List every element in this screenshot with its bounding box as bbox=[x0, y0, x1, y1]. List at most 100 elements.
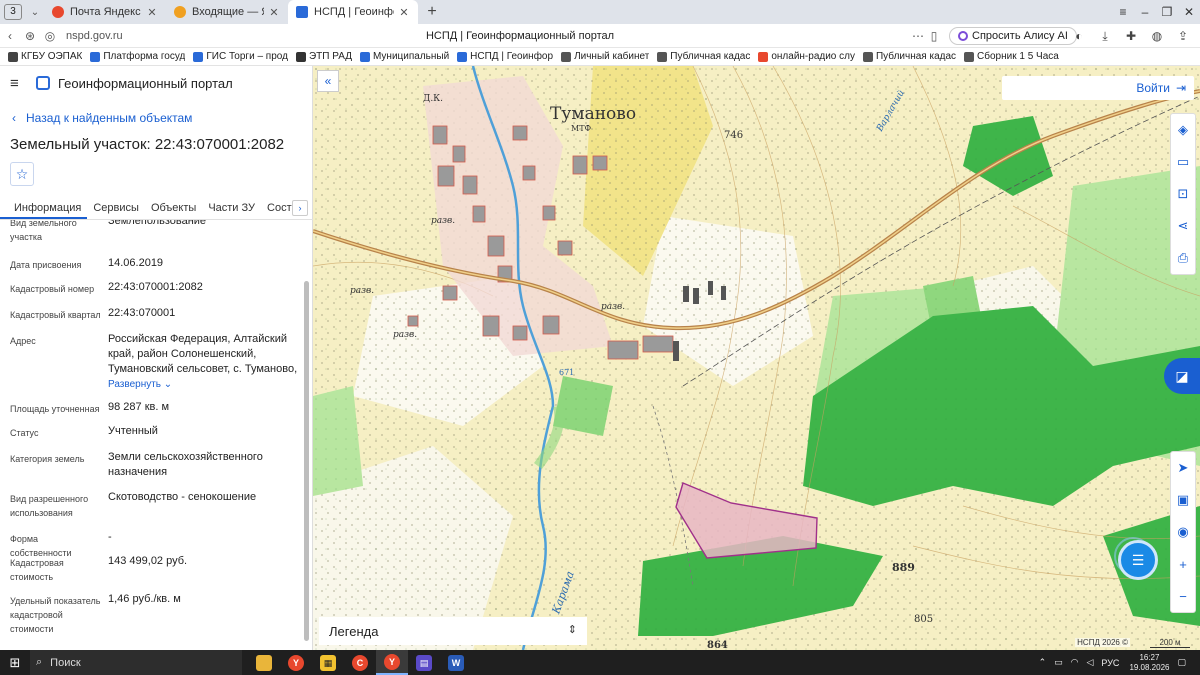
file-explorer-icon[interactable] bbox=[248, 650, 280, 675]
chevron-up-icon[interactable]: ⌃ bbox=[1039, 657, 1047, 668]
panorama-button[interactable]: ◪ bbox=[1164, 358, 1200, 394]
collapse-panel-button[interactable]: « bbox=[317, 70, 339, 92]
bookmark-icon bbox=[295, 51, 306, 62]
attr-value: 143 499,02 руб. bbox=[108, 555, 188, 567]
hamburger-icon[interactable]: ≡ bbox=[10, 75, 24, 92]
geolocation-icon[interactable]: ➤ bbox=[1171, 452, 1195, 484]
new-tab-icon[interactable]: + bbox=[422, 3, 442, 21]
chevron-down-icon[interactable]: ⌄ bbox=[26, 7, 44, 18]
restore-icon[interactable]: ❐ bbox=[1156, 5, 1178, 19]
zoom-out-icon[interactable]: − bbox=[1171, 580, 1195, 612]
bookmark-label: Муниципальный bbox=[372, 51, 450, 62]
share-icon[interactable]: ⇪ bbox=[1170, 29, 1196, 43]
panorama-icon: ◪ bbox=[1175, 367, 1189, 384]
yandex-browser-active-icon[interactable]: Y bbox=[376, 650, 408, 675]
wallet-icon[interactable]: ◐ bbox=[1066, 29, 1092, 43]
wifi-icon[interactable]: ◠ bbox=[1071, 657, 1079, 668]
attr-key: Кадастровый номер bbox=[10, 284, 95, 294]
building-label: Д.К. bbox=[423, 94, 444, 104]
tab-services[interactable]: Сервисы bbox=[87, 202, 145, 219]
close-icon[interactable]: ✕ bbox=[268, 6, 280, 19]
attribute-list: Вид земельного участка Землепользование … bbox=[0, 220, 303, 650]
chromium-icon[interactable]: C bbox=[344, 650, 376, 675]
map-canvas[interactable] bbox=[313, 66, 1200, 650]
bookmark-item[interactable]: ЭТП РАД bbox=[295, 51, 352, 62]
attr-value: Учтенный bbox=[108, 425, 158, 437]
extensions-icon[interactable]: ✚ bbox=[1118, 29, 1144, 43]
network-icon[interactable]: ▭ bbox=[1054, 657, 1063, 668]
download-icon[interactable]: ⤓ bbox=[1092, 29, 1118, 44]
tab-information[interactable]: Информация bbox=[0, 202, 88, 219]
tab-objects[interactable]: Объекты bbox=[145, 202, 202, 219]
bookmark-icon bbox=[90, 51, 101, 62]
language-indicator[interactable]: РУС bbox=[1101, 658, 1119, 668]
tab-counter[interactable]: 3 bbox=[4, 4, 22, 20]
back-to-results-link[interactable]: ‹ Назад к найденным объектам bbox=[12, 111, 192, 125]
profile-icon[interactable]: ◍ bbox=[1144, 29, 1170, 43]
url-field[interactable]: nspd.gov.ru bbox=[66, 30, 226, 42]
taskbar-search[interactable]: ⌕ Поиск bbox=[30, 650, 242, 675]
image-viewer-icon[interactable]: ▦ bbox=[312, 650, 344, 675]
save-icon[interactable]: ▤ bbox=[408, 650, 440, 675]
menu-icon[interactable]: ≡ bbox=[1112, 5, 1134, 19]
minimize-icon[interactable]: – bbox=[1134, 5, 1156, 19]
map-view[interactable]: Туманово Д.К. МТФ разв. разв. разв. разв… bbox=[313, 66, 1200, 650]
yandex-browser-icon[interactable]: Y bbox=[280, 650, 312, 675]
word-icon[interactable]: W bbox=[440, 650, 472, 675]
share-icon[interactable]: ⋖ bbox=[1171, 210, 1195, 242]
ask-alisa-button[interactable]: Спросить Алису AI bbox=[949, 27, 1077, 45]
print-icon[interactable]: ⎙ bbox=[1171, 242, 1195, 274]
bookmark-item[interactable]: Муниципальный bbox=[359, 51, 450, 62]
minimap-icon[interactable]: ▣ bbox=[1171, 484, 1195, 516]
bookmark-item[interactable]: онлайн-радио слу bbox=[758, 51, 855, 62]
bookmark-item[interactable]: КГБУ ОЭПАК bbox=[8, 51, 82, 62]
elevation-label: 746 bbox=[724, 130, 744, 141]
bookmark-item[interactable]: Публичная кадас bbox=[862, 51, 956, 62]
ruler-icon[interactable]: ▭ bbox=[1171, 146, 1195, 178]
bookmark-label: Личный кабинет bbox=[574, 51, 650, 62]
favorite-button[interactable]: ☆ bbox=[10, 162, 34, 186]
windows-start-icon[interactable]: ⊞ bbox=[0, 655, 30, 671]
expand-address-link[interactable]: Развернуть ⌄ bbox=[108, 377, 298, 392]
clock[interactable]: 16:27 19.08.2026 bbox=[1129, 653, 1169, 673]
bookmark-item[interactable]: Платформа госуд bbox=[90, 51, 185, 62]
browser-tab[interactable]: Входящие — Яндекс Почт ✕ bbox=[166, 0, 288, 24]
panel-scrollbar[interactable] bbox=[304, 281, 309, 641]
bookmark-item[interactable]: НСПД | Геоинфор bbox=[457, 51, 553, 62]
security-icon[interactable]: ◎ bbox=[40, 29, 60, 43]
back-link-label: Назад к найденным объектам bbox=[26, 111, 193, 125]
close-icon[interactable]: ✕ bbox=[398, 6, 410, 19]
bookmark-item[interactable]: ГИС Торги – прод bbox=[193, 51, 288, 62]
bookmark-icon bbox=[457, 51, 468, 62]
notifications-icon[interactable]: ▢ bbox=[1177, 657, 1186, 668]
close-window-icon[interactable]: ✕ bbox=[1178, 5, 1200, 19]
bookmark-icon bbox=[359, 51, 370, 62]
bookmark-label: Платформа госуд bbox=[103, 51, 186, 62]
chevron-right-icon[interactable]: › bbox=[292, 200, 308, 216]
yandex-icon[interactable]: ⊛ bbox=[20, 29, 40, 43]
bookmark-label: ЭТП РАД bbox=[308, 51, 352, 62]
chat-button[interactable]: ☰ bbox=[1118, 540, 1158, 580]
mail-icon bbox=[174, 6, 186, 18]
bookmark-item[interactable]: Личный кабинет bbox=[561, 51, 649, 62]
close-icon[interactable]: ✕ bbox=[146, 6, 158, 19]
bookmark-item[interactable]: Сборник 1 5 Часа bbox=[964, 51, 1059, 62]
tab-parcel-parts[interactable]: Части ЗУ bbox=[202, 202, 261, 219]
login-button[interactable]: Войти ⇥ bbox=[1002, 76, 1194, 100]
layers-icon[interactable]: ◈ bbox=[1171, 114, 1195, 146]
bookmark-label: онлайн-радио слу bbox=[771, 51, 855, 62]
back-arrow-icon[interactable]: ‹ bbox=[0, 29, 20, 43]
select-area-icon[interactable]: ⊡ bbox=[1171, 178, 1195, 210]
volume-icon[interactable]: ◁ bbox=[1086, 657, 1093, 668]
bookmark-icon[interactable]: ▯ bbox=[924, 29, 944, 43]
browser-tab-active[interactable]: НСПД | Геоинформац ✕ bbox=[288, 0, 418, 24]
panel-header: ≡ Геоинформационный портал bbox=[0, 66, 312, 100]
browser-tab[interactable]: Почта Яндекс 360 — бесп ✕ bbox=[44, 0, 166, 24]
parcel-title: Земельный участок: 22:43:070001:2082 bbox=[10, 136, 285, 153]
bookmarks-bar: КГБУ ОЭПАК Платформа госуд ГИС Торги – про… bbox=[0, 48, 1200, 66]
legend-button[interactable]: Легенда ⇕ bbox=[319, 617, 587, 645]
address-bar: ‹ ⊛ ◎ nspd.gov.ru НСПД | Геоинформационн… bbox=[0, 24, 1200, 48]
search-location-icon[interactable]: ◉ bbox=[1171, 516, 1195, 548]
bookmark-item[interactable]: Публичная кадас bbox=[657, 51, 750, 62]
zoom-in-icon[interactable]: + bbox=[1171, 548, 1195, 580]
